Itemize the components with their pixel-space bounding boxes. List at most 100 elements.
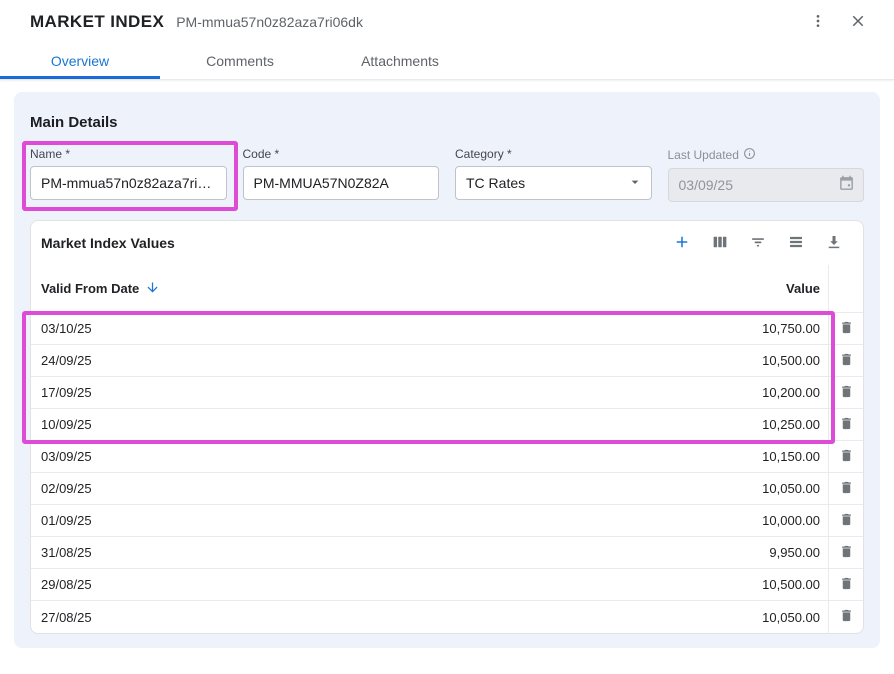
cell-valid-from-date: 24/09/25 [31, 353, 608, 368]
table-row[interactable]: 31/08/25 9,950.00 [31, 537, 863, 569]
density-button[interactable] [781, 228, 811, 258]
download-icon [825, 233, 843, 254]
plus-icon [673, 233, 691, 254]
info-icon [743, 147, 756, 163]
name-label: Name * [30, 147, 227, 161]
last-updated-value: 03/09/25 [679, 177, 734, 193]
table-row[interactable]: 03/09/25 10,150.00 [31, 441, 863, 473]
category-label: Category * [455, 147, 652, 161]
overview-panel: Main Details Name * Code * Category * TC… [14, 92, 880, 648]
add-row-button[interactable] [667, 228, 697, 258]
trash-icon [839, 608, 854, 626]
last-updated-label: Last Updated [668, 147, 865, 163]
filter-icon [749, 233, 767, 254]
calendar-icon [838, 175, 855, 195]
kebab-menu-button[interactable] [802, 6, 834, 38]
code-input[interactable] [243, 166, 440, 200]
cell-value: 10,750.00 [608, 321, 828, 336]
filter-button[interactable] [743, 228, 773, 258]
table-row[interactable]: 29/08/25 10,500.00 [31, 569, 863, 601]
cell-value: 10,000.00 [608, 513, 828, 528]
chevron-down-icon [627, 174, 643, 193]
last-updated-label-text: Last Updated [668, 148, 739, 162]
cell-value: 10,500.00 [608, 577, 828, 592]
cell-value: 9,950.00 [608, 545, 828, 560]
table-row[interactable]: 03/10/25 10,750.00 [31, 313, 863, 345]
main-details-form: Name * Code * Category * TC Rates Last U… [30, 147, 864, 202]
cell-valid-from-date: 27/08/25 [31, 610, 608, 625]
table-row[interactable]: 27/08/25 10,050.00 [31, 601, 863, 633]
delete-row-button[interactable] [833, 476, 859, 502]
delete-row-button[interactable] [833, 508, 859, 534]
tab-attachments[interactable]: Attachments [320, 44, 480, 79]
density-icon [787, 233, 805, 254]
code-field-group: Code * [243, 147, 440, 202]
close-icon [849, 12, 867, 33]
cell-value: 10,050.00 [608, 481, 828, 496]
table-row[interactable]: 01/09/25 10,000.00 [31, 505, 863, 537]
page-title: MARKET INDEX [30, 12, 164, 32]
trash-icon [839, 352, 854, 370]
delete-row-button[interactable] [833, 572, 859, 598]
trash-icon [839, 480, 854, 498]
table-title: Market Index Values [41, 235, 175, 251]
kebab-menu-icon [810, 13, 826, 32]
tab-bar: Overview Comments Attachments [0, 44, 894, 80]
table-row[interactable]: 17/09/25 10,200.00 [31, 377, 863, 409]
table-header-row: Valid From Date Value [31, 265, 863, 313]
tab-overview[interactable]: Overview [0, 44, 160, 79]
trash-icon [839, 384, 854, 402]
table-row[interactable]: 02/09/25 10,050.00 [31, 473, 863, 505]
cell-valid-from-date: 31/08/25 [31, 545, 608, 560]
cell-valid-from-date: 03/10/25 [31, 321, 608, 336]
table-body: 03/10/25 10,750.00 24/09/25 10,500.00 [31, 313, 863, 633]
delete-row-button[interactable] [833, 348, 859, 374]
trash-icon [839, 416, 854, 434]
table-row[interactable]: 10/09/25 10,250.00 [31, 409, 863, 441]
cell-value: 10,050.00 [608, 610, 828, 625]
delete-row-button[interactable] [833, 604, 859, 630]
cell-valid-from-date: 29/08/25 [31, 577, 608, 592]
sort-desc-icon[interactable] [145, 280, 160, 298]
table-row[interactable]: 24/09/25 10,500.00 [31, 345, 863, 377]
cell-valid-from-date: 03/09/25 [31, 449, 608, 464]
columns-button[interactable] [705, 228, 735, 258]
cell-valid-from-date: 02/09/25 [31, 481, 608, 496]
section-title: Main Details [30, 114, 864, 131]
market-index-values-card: Market Index Values [30, 220, 864, 634]
cell-valid-from-date: 01/09/25 [31, 513, 608, 528]
cell-valid-from-date: 10/09/25 [31, 417, 608, 432]
name-field-group: Name * [30, 147, 227, 202]
delete-row-button[interactable] [833, 380, 859, 406]
delete-row-button[interactable] [833, 316, 859, 342]
delete-row-button[interactable] [833, 444, 859, 470]
column-header-date[interactable]: Valid From Date [41, 281, 139, 296]
trash-icon [839, 544, 854, 562]
cell-valid-from-date: 17/09/25 [31, 385, 608, 400]
download-button[interactable] [819, 228, 849, 258]
columns-icon [711, 233, 729, 254]
delete-row-button[interactable] [833, 540, 859, 566]
table-toolbar: Market Index Values [31, 221, 863, 265]
cell-value: 10,200.00 [608, 385, 828, 400]
last-updated-field-group: Last Updated 03/09/25 [668, 147, 865, 202]
record-id-subtitle: PM-mmua57n0z82aza7ri06dk [176, 14, 363, 30]
trash-icon [839, 576, 854, 594]
cell-value: 10,150.00 [608, 449, 828, 464]
last-updated-input: 03/09/25 [668, 168, 865, 202]
cell-value: 10,250.00 [608, 417, 828, 432]
delete-row-button[interactable] [833, 412, 859, 438]
close-button[interactable] [842, 6, 874, 38]
tab-comments[interactable]: Comments [160, 44, 320, 79]
trash-icon [839, 448, 854, 466]
category-select[interactable]: TC Rates [455, 166, 652, 200]
trash-icon [839, 320, 854, 338]
name-input[interactable] [30, 166, 227, 200]
dialog-header: MARKET INDEX PM-mmua57n0z82aza7ri06dk [0, 0, 894, 44]
category-value: TC Rates [466, 175, 525, 191]
cell-value: 10,500.00 [608, 353, 828, 368]
trash-icon [839, 512, 854, 530]
column-header-value[interactable]: Value [608, 281, 828, 296]
column-header-actions [828, 265, 863, 312]
category-field-group: Category * TC Rates [455, 147, 652, 202]
